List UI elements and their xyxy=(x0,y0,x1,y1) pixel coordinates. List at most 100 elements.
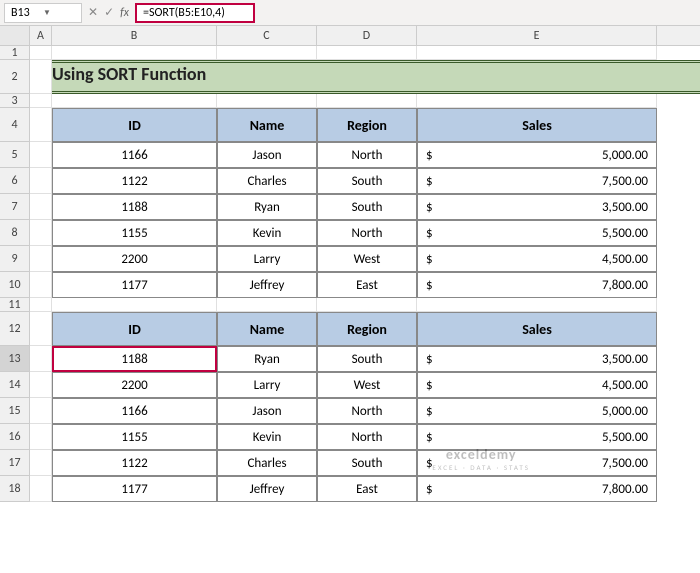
table-row: 1155 Kevin North $5,500.00 xyxy=(30,424,700,450)
table-row: 1166 Jason North $5,000.00 xyxy=(30,142,700,168)
row-header[interactable]: 14 xyxy=(0,372,30,398)
name-box[interactable]: B13 ▼ xyxy=(4,3,82,23)
cell-region[interactable]: East xyxy=(317,476,417,502)
cell-name[interactable]: Larry xyxy=(217,246,317,272)
cell-sales[interactable]: $7,800.00 xyxy=(417,272,657,298)
col-header-E[interactable]: E xyxy=(417,26,657,45)
cell-sales[interactable]: $3,500.00 xyxy=(417,346,657,372)
cell-sales[interactable]: $7,800.00 xyxy=(417,476,657,502)
cell-region[interactable]: North xyxy=(317,220,417,246)
col-header-D[interactable]: D xyxy=(317,26,417,45)
cell-sales[interactable]: $3,500.00 xyxy=(417,194,657,220)
cell-name[interactable]: Jason xyxy=(217,398,317,424)
row-header[interactable]: 17 xyxy=(0,450,30,476)
formula-text: =SORT(B5:E10,4) xyxy=(143,6,225,20)
table-row: 2200 Larry West $4,500.00 xyxy=(30,372,700,398)
cell-region[interactable]: South xyxy=(317,346,417,372)
cell-region[interactable]: West xyxy=(317,372,417,398)
row-header[interactable]: 10 xyxy=(0,272,30,298)
row-header[interactable]: 6 xyxy=(0,168,30,194)
page-title: Using SORT Function xyxy=(52,60,700,94)
formula-buttons: ✕ ✓ xyxy=(82,5,120,20)
formula-bar: B13 ▼ ✕ ✓ fx =SORT(B5:E10,4) xyxy=(0,0,700,26)
row-header[interactable]: 8 xyxy=(0,220,30,246)
cell-name[interactable]: Ryan xyxy=(217,346,317,372)
cell-id[interactable]: 1155 xyxy=(52,220,217,246)
cell-sales[interactable]: $5,000.00 xyxy=(417,142,657,168)
cell-region[interactable]: South xyxy=(317,194,417,220)
cell-name[interactable]: Kevin xyxy=(217,220,317,246)
cell-sales[interactable]: $7,500.00 xyxy=(417,168,657,194)
row-header[interactable]: 1 xyxy=(0,46,30,60)
cell-id[interactable]: 1166 xyxy=(52,142,217,168)
cell-region[interactable]: North xyxy=(317,424,417,450)
cell-name[interactable]: Jeffrey xyxy=(217,476,317,502)
row-header[interactable]: 15 xyxy=(0,398,30,424)
table-row: 1188 Ryan South $3,500.00 xyxy=(30,346,700,372)
row-header[interactable]: 13 xyxy=(0,346,30,372)
cancel-icon[interactable]: ✕ xyxy=(88,5,98,20)
cell-sales[interactable]: $5,500.00 xyxy=(417,220,657,246)
table-header-sales: Sales xyxy=(417,312,657,346)
table-header-sales: Sales xyxy=(417,108,657,142)
table-row: 1155 Kevin North $5,500.00 xyxy=(30,220,700,246)
cell-name[interactable]: Charles xyxy=(217,450,317,476)
cell-region[interactable]: North xyxy=(317,142,417,168)
cell-name[interactable]: Ryan xyxy=(217,194,317,220)
select-all-corner[interactable] xyxy=(0,26,30,45)
table-row: 1122 Charles South $7,500.00 xyxy=(30,450,700,476)
cell-id[interactable]: 2200 xyxy=(52,246,217,272)
col-header-C[interactable]: C xyxy=(217,26,317,45)
row-header[interactable]: 12 xyxy=(0,312,30,346)
row-header[interactable]: 5 xyxy=(0,142,30,168)
cell-id[interactable]: 1177 xyxy=(52,476,217,502)
table-row: 2200 Larry West $4,500.00 xyxy=(30,246,700,272)
table-row: 1177 Jeffrey East $7,800.00 xyxy=(30,476,700,502)
cell-region[interactable]: West xyxy=(317,246,417,272)
row-header[interactable]: 4 xyxy=(0,108,30,142)
cell-sales[interactable]: $4,500.00 xyxy=(417,246,657,272)
table-header-id: ID xyxy=(52,108,217,142)
name-box-value: B13 xyxy=(11,6,43,20)
table-header-id: ID xyxy=(52,312,217,346)
cell-sales[interactable]: $4,500.00 xyxy=(417,372,657,398)
cells-area[interactable]: Using SORT Function ID Name Region Sales… xyxy=(30,46,700,502)
cell-sales[interactable]: $7,500.00 xyxy=(417,450,657,476)
cell-region[interactable]: South xyxy=(317,168,417,194)
cell-id[interactable]: 1122 xyxy=(52,168,217,194)
row-header[interactable]: 18 xyxy=(0,476,30,502)
cell-id[interactable]: 1188 xyxy=(52,346,217,372)
cell-name[interactable]: Kevin xyxy=(217,424,317,450)
table-row: 1122 Charles South $7,500.00 xyxy=(30,168,700,194)
table-header-region: Region xyxy=(317,312,417,346)
row-header[interactable]: 16 xyxy=(0,424,30,450)
cell-id[interactable]: 1122 xyxy=(52,450,217,476)
row-header[interactable]: 9 xyxy=(0,246,30,272)
table-row: 1166 Jason North $5,000.00 xyxy=(30,398,700,424)
fx-icon[interactable]: fx xyxy=(120,6,135,20)
cell-id[interactable]: 1188 xyxy=(52,194,217,220)
cell-sales[interactable]: $5,500.00 xyxy=(417,424,657,450)
cell-id[interactable]: 1155 xyxy=(52,424,217,450)
cell-id[interactable]: 1166 xyxy=(52,398,217,424)
row-header[interactable]: 7 xyxy=(0,194,30,220)
formula-input[interactable]: =SORT(B5:E10,4) xyxy=(135,3,255,23)
enter-icon[interactable]: ✓ xyxy=(104,5,114,20)
col-header-B[interactable]: B xyxy=(52,26,217,45)
row-header[interactable]: 11 xyxy=(0,298,30,312)
row-header[interactable]: 2 xyxy=(0,60,30,94)
spreadsheet-grid: A B C D E 1 2 3 4 5 6 7 8 9 10 11 12 13 … xyxy=(0,26,700,502)
row-header[interactable]: 3 xyxy=(0,94,30,108)
cell-name[interactable]: Charles xyxy=(217,168,317,194)
cell-region[interactable]: North xyxy=(317,398,417,424)
name-box-dropdown-icon[interactable]: ▼ xyxy=(43,8,75,18)
cell-name[interactable]: Jason xyxy=(217,142,317,168)
cell-id[interactable]: 1177 xyxy=(52,272,217,298)
cell-region[interactable]: East xyxy=(317,272,417,298)
col-header-A[interactable]: A xyxy=(30,26,52,45)
cell-name[interactable]: Jeffrey xyxy=(217,272,317,298)
cell-region[interactable]: South xyxy=(317,450,417,476)
cell-sales[interactable]: $5,000.00 xyxy=(417,398,657,424)
cell-name[interactable]: Larry xyxy=(217,372,317,398)
cell-id[interactable]: 2200 xyxy=(52,372,217,398)
